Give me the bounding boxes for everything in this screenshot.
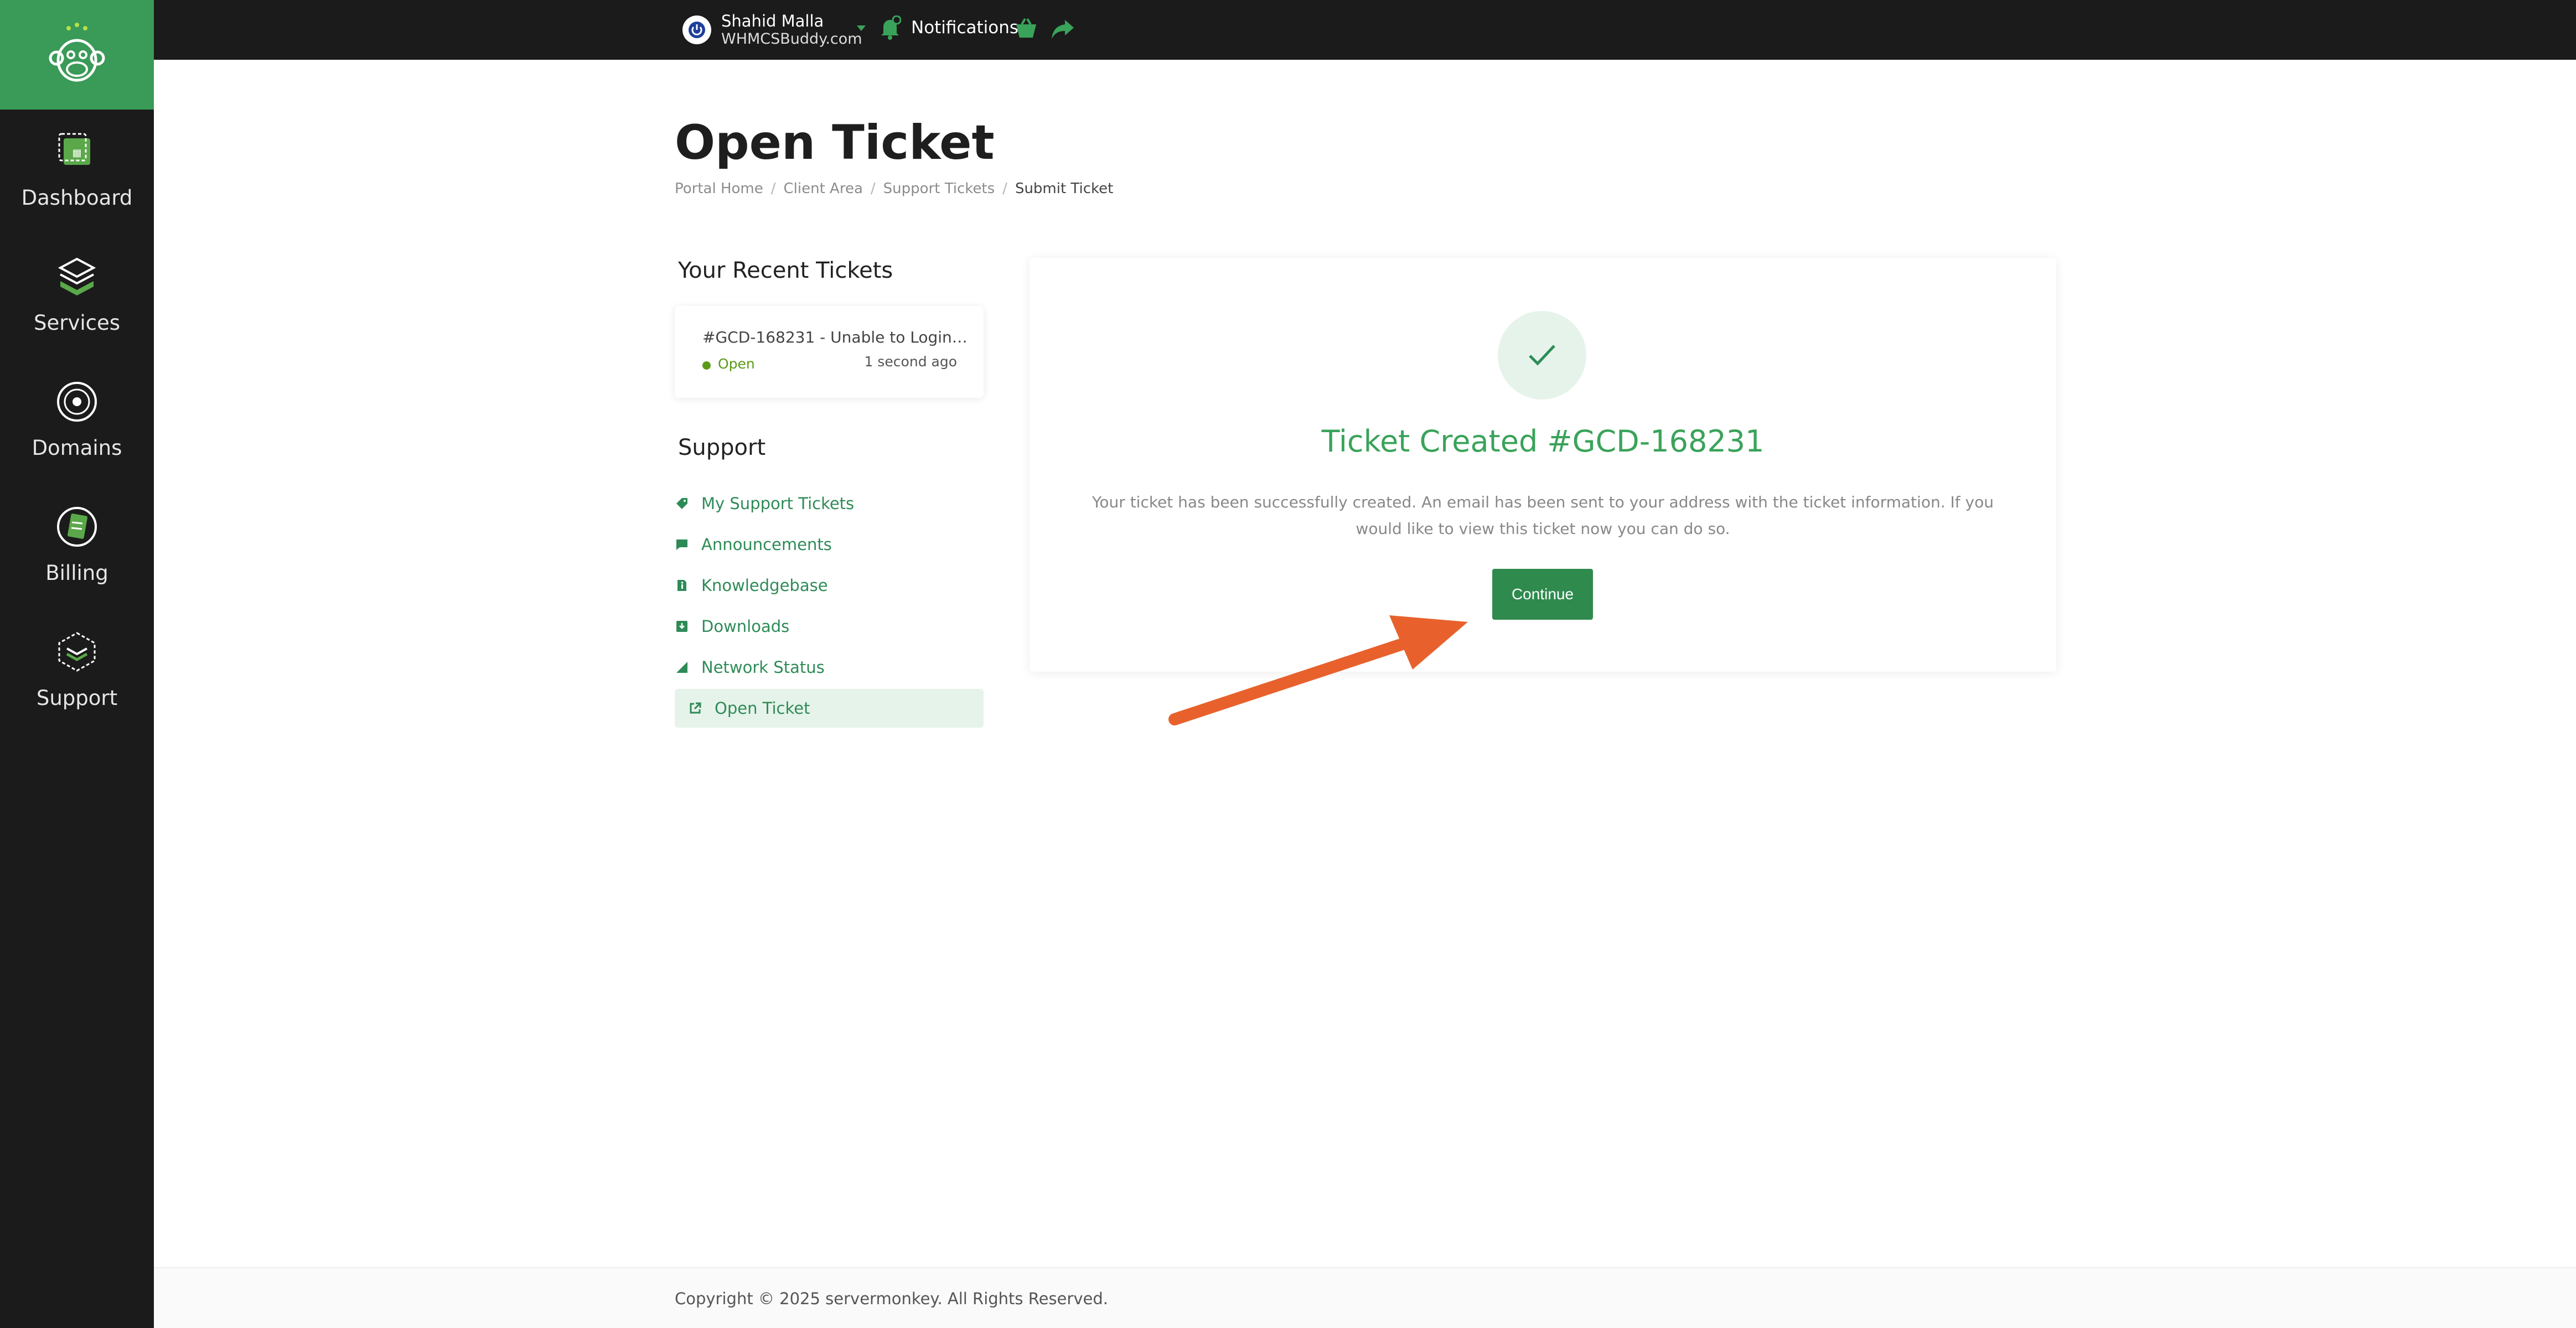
sidebar-item-domains[interactable]: Domains <box>0 378 154 460</box>
signal-icon <box>675 660 689 675</box>
continue-button[interactable]: Continue <box>1492 569 1593 620</box>
tag-icon <box>675 496 689 511</box>
breadcrumb-separator: / <box>870 180 876 197</box>
notifications-button[interactable]: Notifications <box>879 15 1018 40</box>
menu-item-label: Knowledgebase <box>701 576 828 595</box>
footer: Copyright © 2025 servermonkey. All Right… <box>154 1267 2576 1328</box>
download-icon <box>675 619 689 634</box>
breadcrumb: Portal Home / Client Area / Support Tick… <box>675 180 1113 197</box>
ticket-title: #GCD-168231 - Unable to Login to Client … <box>702 328 968 346</box>
support-icon <box>58 632 96 672</box>
svg-text:▦: ▦ <box>72 147 81 159</box>
external-link-icon <box>688 701 702 715</box>
monkey-logo-icon <box>49 23 105 82</box>
ticket-created-title: Ticket Created #GCD-168231 <box>1321 424 1765 459</box>
user-company: WHMCSBuddy.com <box>721 30 862 48</box>
ticket-created-card: Ticket Created #GCD-168231 Your ticket h… <box>1030 258 2056 672</box>
user-name: Shahid Malla <box>721 12 824 30</box>
dashboard-icon: ▦ <box>58 133 90 165</box>
menu-knowledgebase[interactable]: Knowledgebase <box>675 566 984 605</box>
cart-icon[interactable] <box>1014 17 1038 41</box>
breadcrumb-separator: / <box>770 180 776 197</box>
ticket-status: Open <box>718 356 755 372</box>
recent-ticket-card[interactable]: #GCD-168231 - Unable to Login to Client … <box>675 306 984 398</box>
power-icon <box>682 15 711 44</box>
annotation-arrow-icon <box>1168 615 1468 725</box>
breadcrumb-separator: / <box>1002 180 1007 197</box>
sidebar-item-label: Domains <box>32 436 122 460</box>
breadcrumb-portal-home[interactable]: Portal Home <box>675 180 763 197</box>
comment-icon <box>675 537 689 552</box>
menu-item-label: Announcements <box>701 535 832 554</box>
sidebar-item-billing[interactable]: Billing <box>0 504 154 585</box>
menu-item-label: My Support Tickets <box>701 494 855 513</box>
menu-announcements[interactable]: Announcements <box>675 525 984 564</box>
topbar: Shahid Malla WHMCSBuddy.com Notification… <box>154 0 2576 60</box>
support-heading: Support <box>678 435 766 460</box>
sidebar-item-label: Dashboard <box>21 186 133 210</box>
breadcrumb-support-tickets[interactable]: Support Tickets <box>883 180 995 197</box>
sidebar-item-label: Support <box>36 686 118 710</box>
breadcrumb-submit-ticket: Submit Ticket <box>1015 180 1114 197</box>
menu-item-label: Downloads <box>701 617 790 636</box>
sidebar-item-label: Services <box>33 311 121 335</box>
menu-item-label: Network Status <box>701 658 825 677</box>
sidebar-item-support[interactable]: Support <box>0 629 154 710</box>
menu-network-status[interactable]: Network Status <box>675 648 984 687</box>
info-icon <box>675 578 689 593</box>
sidebar-item-label: Billing <box>45 561 108 585</box>
domains-icon <box>57 382 97 422</box>
success-check-icon <box>1498 311 1586 400</box>
status-dot-icon <box>702 361 711 370</box>
menu-item-label: Open Ticket <box>715 699 810 718</box>
user-menu[interactable]: Shahid Malla WHMCSBuddy.com <box>682 8 862 52</box>
notifications-label: Notifications <box>911 18 1019 38</box>
ticket-time: 1 second ago <box>864 354 957 370</box>
sidebar: ▦ Dashboard Services Domains Billing Sup… <box>0 0 154 1328</box>
billing-icon <box>57 507 97 547</box>
ticket-created-message: Your ticket has been successfully create… <box>1092 493 1994 538</box>
sidebar-item-services[interactable]: Services <box>0 253 154 335</box>
menu-downloads[interactable]: Downloads <box>675 607 984 646</box>
recent-tickets-heading: Your Recent Tickets <box>678 258 893 283</box>
breadcrumb-client-area[interactable]: Client Area <box>784 180 863 197</box>
footer-copyright: Copyright © 2025 servermonkey. All Right… <box>675 1289 1108 1308</box>
sidebar-item-dashboard[interactable]: ▦ Dashboard <box>0 128 154 210</box>
menu-open-ticket[interactable]: Open Ticket <box>675 689 984 728</box>
logo[interactable] <box>0 0 154 110</box>
page-title: Open Ticket <box>675 115 995 170</box>
share-icon[interactable] <box>1051 17 1075 41</box>
bell-icon <box>881 15 901 40</box>
chevron-down-icon[interactable] <box>857 25 866 31</box>
services-icon <box>58 257 96 295</box>
menu-my-support-tickets[interactable]: My Support Tickets <box>675 484 984 523</box>
